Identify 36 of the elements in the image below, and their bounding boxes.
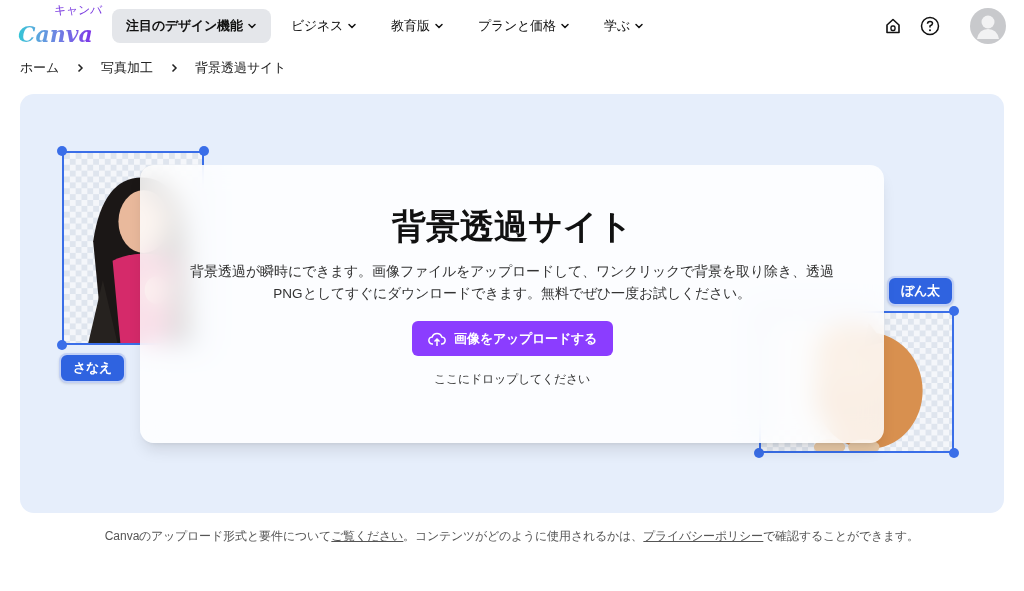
chevron-down-icon — [347, 21, 357, 31]
logo-wordmark: Canva — [18, 23, 93, 45]
chevron-down-icon — [634, 21, 644, 31]
resize-handle[interactable] — [199, 146, 209, 156]
breadcrumb-link[interactable]: ホーム — [20, 58, 59, 78]
chevron-down-icon — [560, 21, 570, 31]
nav-menu[interactable]: プラン と価格 — [464, 9, 584, 43]
help-icon[interactable] — [920, 16, 940, 36]
nav-menu[interactable]: ビジネス — [277, 9, 371, 43]
resize-handle[interactable] — [754, 448, 764, 458]
chevron-right-icon — [75, 63, 85, 73]
footer-link[interactable]: プライバシーポリシー — [643, 529, 764, 543]
resize-handle[interactable] — [949, 448, 959, 458]
nav-menu[interactable]: 注目のデザイン機能 — [112, 9, 271, 43]
logo-kana: キャンバ — [54, 4, 102, 16]
upload-button[interactable]: 画像をアップロードする — [411, 321, 613, 356]
chevron-down-icon — [434, 21, 444, 31]
footer-link[interactable]: ご覧ください — [331, 529, 404, 543]
nav-menu[interactable]: 学ぶ — [590, 9, 658, 43]
breadcrumb-link[interactable]: 背景透過サイト — [195, 58, 286, 78]
drop-hint: ここにドロップしてください — [434, 371, 590, 388]
name-tag: さなえ — [59, 353, 126, 383]
breadcrumb-link[interactable]: 写真加工 — [101, 58, 153, 78]
footer-note: Canvaのアップロード形式と要件についてご覧ください。コンテンツがどのように使用されるかは、プライバシーポリシーで確認することができます。 — [103, 528, 921, 545]
nav-menu[interactable]: 教育版 — [377, 9, 458, 43]
chevron-down-icon — [247, 21, 257, 31]
resize-handle[interactable] — [57, 146, 67, 156]
name-tag: ぼん太 — [887, 276, 954, 306]
chevron-right-icon — [169, 63, 179, 73]
description: 背景透過が瞬時にできます。画像ファイルをアップロードして、ワンクリックで背景を取り除き、透過PNGとしてすぐにダウンロードできます。無料でぜひ一度お試しください。 — [189, 263, 835, 303]
page-title: 背景透過サイト — [391, 205, 633, 247]
cloud-upload-icon — [427, 330, 446, 347]
resize-handle[interactable] — [949, 306, 959, 316]
resize-handle[interactable] — [57, 340, 67, 350]
home-icon[interactable] — [884, 17, 902, 35]
canva-logo[interactable]: キャンバ Canva — [18, 5, 102, 47]
